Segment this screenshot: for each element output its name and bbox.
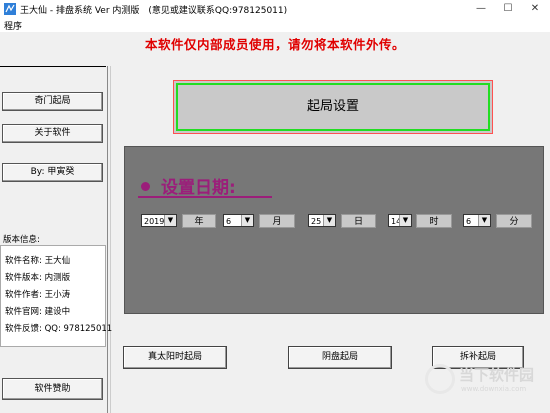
hour-unit-label: 时 [416, 214, 452, 228]
menu-bar: 程序 [0, 18, 550, 32]
version-info-title: 版本信息: [3, 235, 40, 245]
warning-banner: 本软件仅内部成员使用，请勿将本软件外传。 [144, 37, 405, 52]
divider [0, 66, 106, 67]
version-info-box: 软件名称: 王大仙 软件版本: 内测版 软件作者: 王小涛 软件官网: 建设中 … [0, 245, 112, 347]
title-bar: 王大仙 - 排盘系统 Ver 内测版 (意见或建议联系QQ:978125011)… [0, 0, 550, 18]
day-value: 25 [311, 217, 322, 226]
year-unit-label: 年 [182, 214, 216, 228]
minimize-button[interactable]: — [470, 1, 492, 17]
divider [110, 66, 111, 413]
setup-header-panel: 起局设置 [173, 80, 493, 134]
chevron-down-icon[interactable]: ▼ [478, 215, 490, 226]
app-icon [4, 3, 16, 15]
chevron-down-icon[interactable]: ▼ [164, 215, 176, 226]
divider [107, 66, 108, 413]
watermark-url: www.downxia.com [461, 385, 527, 393]
month-select[interactable]: 6 ▼ [223, 214, 254, 227]
year-select[interactable]: 2019 ▼ [141, 214, 177, 227]
date-panel: 设置日期: 2019 ▼ 年 6 ▼ 月 25 ▼ 日 14 ▼ 时 6 ▼ 分 [124, 146, 544, 314]
chevron-down-icon[interactable]: ▼ [323, 215, 335, 226]
info-line: 软件反馈: QQ: 978125011 [5, 324, 113, 334]
qimen-start-button[interactable]: 奇门起局 [2, 92, 103, 111]
info-line: 软件版本: 内测版 [5, 273, 71, 283]
menu-program[interactable]: 程序 [4, 19, 22, 32]
maximize-button[interactable]: ☐ [497, 1, 519, 17]
author-button[interactable]: By: 甲寅癸 [2, 163, 103, 182]
watermark-text: 当下软件园 [459, 366, 535, 384]
info-line: 软件官网: 建设中 [5, 307, 71, 317]
month-value: 6 [226, 217, 232, 226]
info-line: 软件作者: 王小涛 [5, 290, 71, 300]
bullet-icon [141, 182, 150, 191]
chevron-down-icon[interactable]: ▼ [241, 215, 253, 226]
date-title: 设置日期: [161, 178, 236, 198]
watermark: 当下软件园 www.downxia.com [425, 360, 545, 400]
watermark-logo-icon [425, 364, 455, 394]
divider [138, 196, 272, 198]
info-line: 软件名称: 王大仙 [5, 256, 71, 266]
setup-header-label: 起局设置 [176, 83, 490, 131]
yin-pan-button[interactable]: 阴盘起局 [288, 346, 392, 369]
minute-select[interactable]: 6 ▼ [463, 214, 491, 227]
minute-unit-label: 分 [496, 214, 532, 228]
close-button[interactable]: ✕ [524, 1, 546, 17]
hour-select[interactable]: 14 ▼ [388, 214, 412, 227]
day-unit-label: 日 [341, 214, 376, 228]
window-title: 王大仙 - 排盘系统 Ver 内测版 (意见或建议联系QQ:978125011) [20, 6, 288, 16]
year-value: 2019 [144, 217, 165, 226]
true-solar-time-button[interactable]: 真太阳时起局 [123, 346, 227, 369]
chevron-down-icon[interactable]: ▼ [399, 215, 411, 226]
minute-value: 6 [466, 217, 472, 226]
about-button[interactable]: 关于软件 [2, 124, 103, 143]
sponsor-button[interactable]: 软件赞助 [2, 378, 103, 400]
month-unit-label: 月 [259, 214, 295, 228]
day-select[interactable]: 25 ▼ [308, 214, 336, 227]
